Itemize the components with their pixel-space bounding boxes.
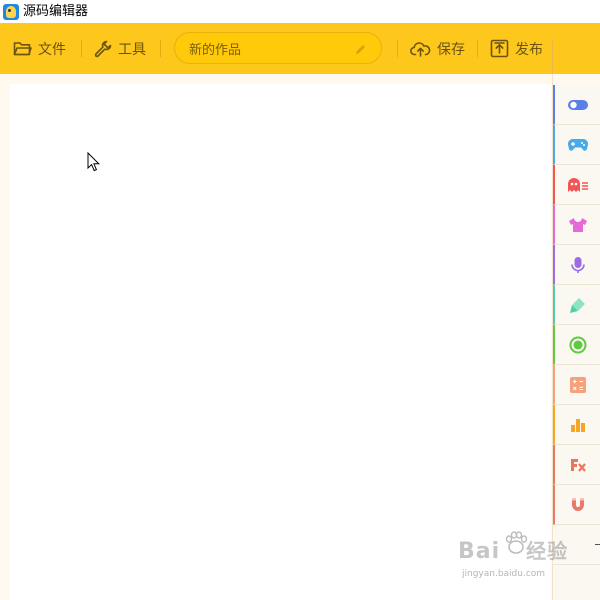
pen-icon	[569, 296, 587, 314]
app-logo-icon	[3, 3, 19, 20]
tools-menu-button[interactable]: 工具	[94, 23, 146, 74]
tools-menu-label: 工具	[118, 41, 146, 58]
wrench-icon	[94, 40, 112, 58]
tshirt-icon	[568, 217, 588, 233]
microphone-icon	[570, 256, 586, 274]
title-bar: 源码编辑器	[0, 0, 600, 23]
toolbar-divider	[477, 40, 478, 57]
project-name-input[interactable]	[189, 40, 339, 56]
category-variables[interactable]	[553, 405, 600, 445]
category-pen[interactable]	[553, 285, 600, 325]
toggle-icon	[567, 99, 589, 111]
ghost-icon	[567, 177, 589, 193]
magnet-icon	[570, 497, 586, 513]
project-name-field[interactable]	[174, 32, 382, 64]
category-empty	[553, 565, 600, 600]
toolbar-divider	[160, 40, 161, 57]
cloud-upload-icon	[410, 40, 431, 57]
category-actions[interactable]	[553, 165, 600, 205]
circle-icon	[569, 336, 587, 354]
bar-chart-icon	[569, 417, 587, 433]
file-menu-label: 文件	[38, 41, 66, 58]
mouse-cursor-icon	[87, 151, 101, 176]
toolbar-divider	[397, 40, 398, 57]
file-menu-button[interactable]: 文件	[13, 23, 66, 74]
pencil-icon[interactable]	[354, 41, 367, 60]
block-category-palette	[553, 85, 600, 600]
gamepad-icon	[567, 138, 589, 152]
save-button[interactable]: 保存	[410, 23, 465, 74]
category-appearance[interactable]	[553, 205, 600, 245]
save-label: 保存	[437, 41, 465, 58]
publish-label: 发布	[515, 41, 543, 58]
category-operators[interactable]	[553, 365, 600, 405]
category-physics[interactable]	[553, 485, 600, 525]
paw-icon	[503, 530, 529, 560]
publish-button[interactable]: 发布	[490, 23, 543, 74]
calculator-icon	[569, 376, 587, 394]
function-icon	[569, 457, 587, 473]
category-sound[interactable]	[553, 245, 600, 285]
app-window: 源码编辑器 文件 工具 新的作品 保存 发布 Bai 经验 jingyan.ba…	[0, 0, 600, 600]
category-events[interactable]	[553, 85, 600, 125]
category-functions[interactable]	[553, 445, 600, 485]
window-title: 源码编辑器	[23, 4, 89, 19]
minus-icon	[595, 544, 600, 545]
watermark-url: jingyan.baidu.com	[462, 569, 546, 579]
toolbar: 文件 工具 新的作品 保存 发布	[0, 23, 600, 74]
toolbar-divider	[81, 40, 82, 57]
category-sensing[interactable]	[553, 325, 600, 365]
toolbar-divider	[552, 40, 553, 74]
upload-box-icon	[490, 39, 509, 58]
category-control[interactable]	[553, 125, 600, 165]
folder-icon	[13, 40, 32, 57]
